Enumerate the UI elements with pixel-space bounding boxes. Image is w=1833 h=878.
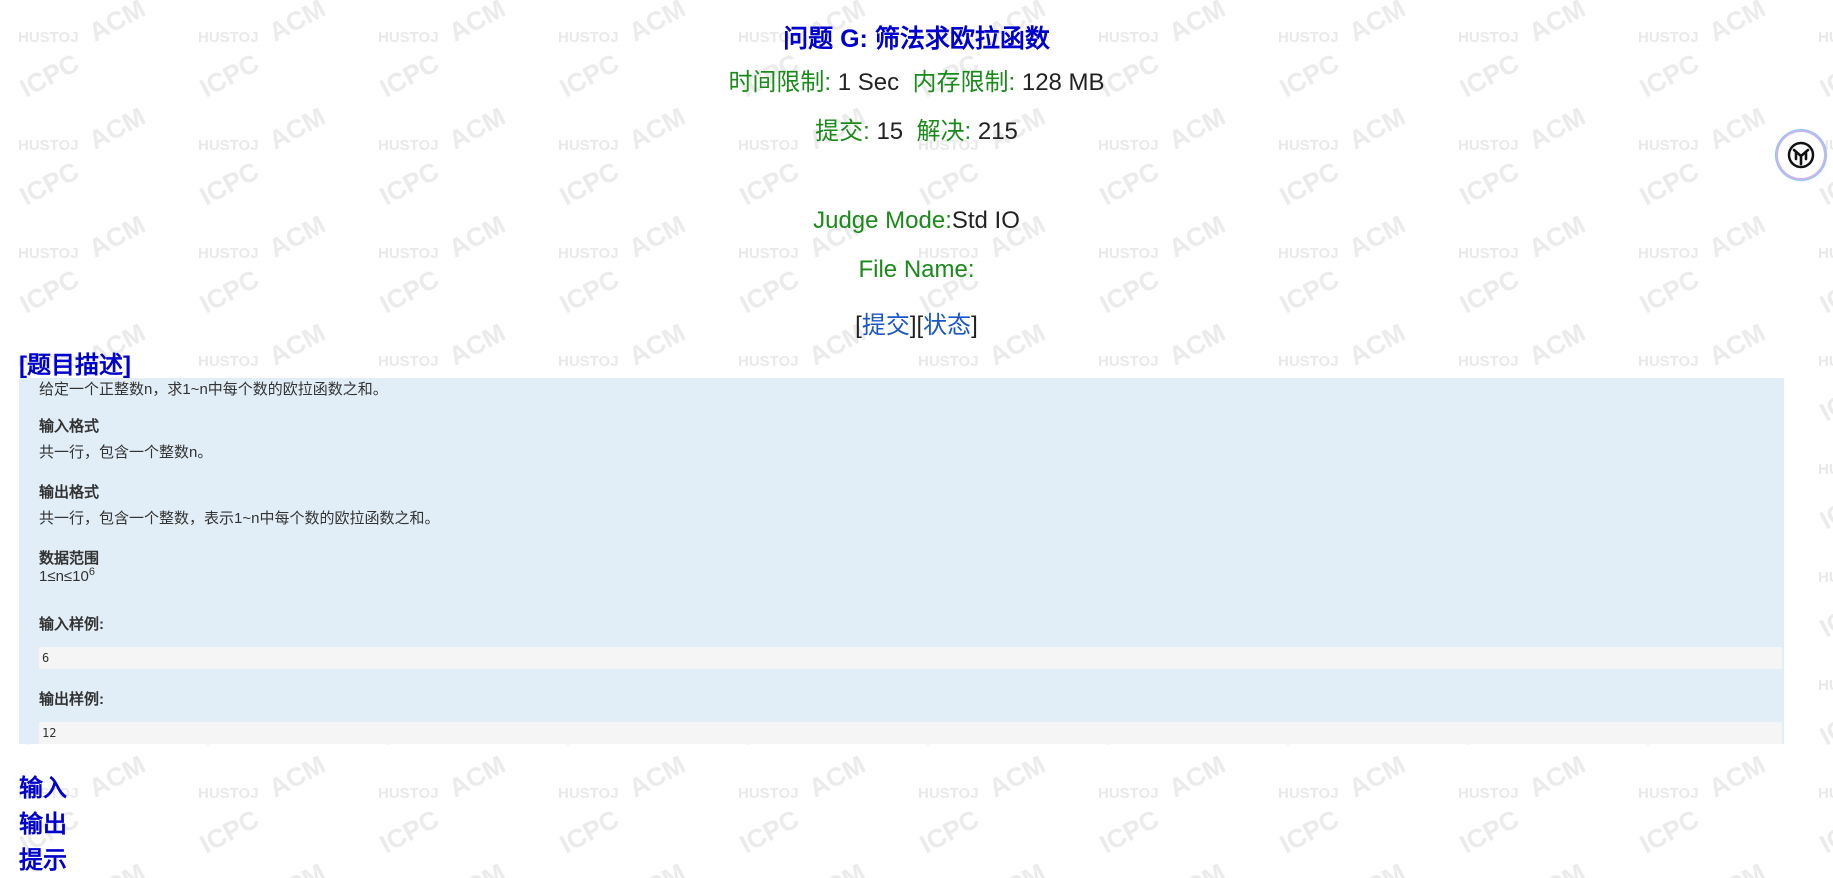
description-heading: [题目描述] (19, 352, 131, 379)
hint-heading: 提示 (19, 847, 67, 874)
description-box: 给定一个正整数n，求1~n中每个数的欧拉函数之和。 输入格式 共一行，包含一个整… (19, 378, 1784, 744)
memory-limit-label: 内存限制: (912, 69, 1022, 96)
output-format-text: 共一行，包含一个整数，表示1~n中每个数的欧拉函数之和。 (39, 510, 440, 527)
limits-line: 时间限制: 1 Sec 内存限制: 128 MB (0, 62, 1833, 97)
data-range-text: 1≤n≤106 (39, 566, 95, 585)
judge-mode-label: Judge Mode: (813, 207, 952, 234)
file-name-line: File Name: (0, 256, 1833, 284)
assistant-logo-icon (1787, 141, 1815, 169)
judge-mode-line: Judge Mode:Std IO (0, 207, 1833, 235)
data-range-exponent: 6 (88, 566, 95, 578)
status-link[interactable]: 状态 (923, 312, 971, 339)
bracket-open: [ (855, 312, 862, 339)
time-limit-value: 1 Sec (837, 69, 900, 96)
problem-title: 问题 G: 筛法求欧拉函数 (783, 25, 1050, 53)
submit-link[interactable]: 提交 (862, 312, 910, 339)
bracket-mid: ][ (909, 312, 924, 339)
sample-output-title: 输出样例: (39, 691, 104, 708)
floating-assistant-button[interactable] (1778, 132, 1824, 178)
submit-count-label: 提交: (815, 118, 877, 145)
sample-output-block: 12 (39, 722, 1782, 744)
input-format-text: 共一行，包含一个整数n。 (39, 444, 213, 461)
bracket-close: ] (971, 312, 978, 339)
data-range-title: 数据范围 (39, 550, 100, 567)
output-heading: 输出 (19, 811, 67, 838)
output-format-title: 输出格式 (39, 484, 100, 501)
submit-count-value: 15 (876, 118, 904, 145)
input-heading: 输入 (19, 775, 67, 802)
memory-limit-value: 128 MB (1021, 69, 1105, 96)
sample-input-block: 6 (39, 647, 1782, 669)
data-range-base: 1≤n≤10 (39, 568, 89, 585)
input-format-title: 输入格式 (39, 418, 100, 435)
solved-count-value: 215 (977, 118, 1018, 145)
description-intro: 给定一个正整数n，求1~n中每个数的欧拉函数之和。 (39, 381, 388, 398)
action-links: [提交][状态] (0, 305, 1833, 340)
sample-input-title: 输入样例: (39, 616, 104, 633)
file-name-label: File Name: (858, 256, 975, 283)
solved-count-label: 解决: (916, 118, 978, 145)
stats-line: 提交: 15 解决: 215 (0, 111, 1833, 146)
time-limit-label: 时间限制: (728, 69, 838, 96)
judge-mode-value: Std IO (951, 207, 1020, 234)
